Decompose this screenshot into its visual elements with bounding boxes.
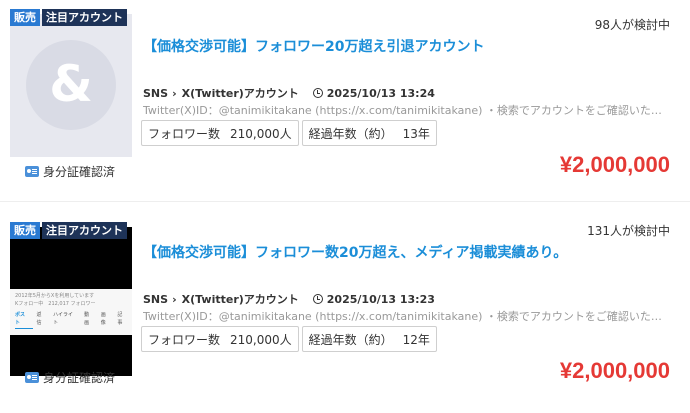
category-link[interactable]: SNS (143, 87, 168, 100)
listing-description: Twitter(X)ID：@tanimikitakane (https://x.… (143, 310, 670, 323)
placeholder-avatar-icon: & (26, 40, 116, 130)
tag-group: フォロワー数 210,000人 経過年数（約） 13年 (141, 120, 437, 146)
listing-thumbnail[interactable]: & (10, 14, 132, 157)
tag-label: フォロワー数 (148, 332, 221, 347)
tag-value: 210,000人 (230, 126, 292, 141)
account-screenshot: 2012年5月からXを利用しています Kフォロー中 212,017 フォロワー … (10, 289, 132, 335)
screenshot-tabs: ポスト 返信 ハイライト 動画 画像 記事 (15, 311, 127, 327)
id-card-icon (25, 372, 39, 383)
posted-date: 2025/10/13 13:23 (326, 292, 435, 306)
screenshot-tab: 返信 (36, 312, 42, 326)
subcategory-link[interactable]: X(Twitter)アカウント (182, 291, 299, 307)
screenshot-join-date: 2012年5月からXを利用しています (15, 293, 95, 299)
id-card-icon (25, 166, 39, 177)
identity-verified-label: 身分証確認済 (43, 371, 116, 385)
screenshot-tab: 記事 (117, 312, 123, 326)
listing-title[interactable]: 【価格交渉可能】フォロワー数20万超え、メディア掲載実績あり。 (143, 242, 643, 262)
tag-value: 12年 (402, 332, 430, 347)
listing-price: ¥2,000,000 (559, 152, 670, 177)
tag-value: 210,000人 (230, 332, 292, 347)
category-link[interactable]: SNS (143, 293, 168, 306)
tag-value: 13年 (402, 126, 430, 141)
screenshot-tab: 動画 (84, 312, 90, 326)
screenshot-tab-underline (15, 328, 33, 329)
screenshot-follow-stats: Kフォロー中 212,017 フォロワー (15, 301, 96, 307)
listing-card[interactable]: 販売 注目アカウント 2012年5月からXを利用しています Kフォロー中 212… (0, 213, 690, 413)
listing-card[interactable]: 販売 注目アカウント & 身分証確認済 98人が検討中 【価格交渉可能】フォロワ… (0, 0, 690, 200)
account-age-tag: 経過年数（約） 13年 (301, 120, 437, 146)
follower-count-tag: フォロワー数 210,000人 (141, 120, 299, 146)
screenshot-tab: ハイライト (53, 312, 73, 326)
tag-label: 経過年数（約） (308, 126, 393, 141)
featured-badge: 注目アカウント (42, 222, 127, 239)
screenshot-tab: ポスト (15, 312, 26, 326)
account-age-tag: 経過年数（約） 12年 (301, 326, 437, 352)
subcategory-link[interactable]: X(Twitter)アカウント (182, 85, 299, 101)
sale-badge: 販売 (10, 222, 40, 239)
chevron-right-icon: › (172, 86, 177, 100)
follower-count-tag: フォロワー数 210,000人 (141, 326, 299, 352)
listing-title[interactable]: 【価格交渉可能】フォロワー20万超え引退アカウント (143, 36, 643, 56)
identity-verified: 身分証確認済 (25, 369, 115, 386)
listing-divider (0, 201, 690, 202)
watchers-count: 131人が検討中 (587, 224, 670, 238)
tag-label: フォロワー数 (148, 126, 221, 141)
category-row: SNS › X(Twitter)アカウント 2025/10/13 13:23 (143, 291, 435, 307)
sale-badge: 販売 (10, 9, 40, 26)
svg-text:&: & (49, 57, 93, 113)
tag-label: 経過年数（約） (308, 332, 393, 347)
badge-group: 販売 注目アカウント (10, 9, 127, 26)
listing-description: Twitter(X)ID：@tanimikitakane (https://x.… (143, 104, 670, 117)
clock-icon (312, 88, 323, 98)
clock-icon (312, 294, 323, 304)
watchers-count: 98人が検討中 (594, 18, 670, 32)
identity-verified: 身分証確認済 (25, 163, 115, 180)
badge-group: 販売 注目アカウント (10, 222, 127, 239)
identity-verified-label: 身分証確認済 (43, 165, 116, 179)
chevron-right-icon: › (172, 292, 177, 306)
screenshot-tab: 画像 (100, 312, 106, 326)
posted-date: 2025/10/13 13:24 (326, 86, 435, 100)
listing-thumbnail[interactable]: 2012年5月からXを利用しています Kフォロー中 212,017 フォロワー … (10, 227, 132, 376)
featured-badge: 注目アカウント (42, 9, 127, 26)
listing-price: ¥2,000,000 (559, 358, 670, 383)
category-row: SNS › X(Twitter)アカウント 2025/10/13 13:24 (143, 85, 435, 101)
tag-group: フォロワー数 210,000人 経過年数（約） 12年 (141, 326, 437, 352)
